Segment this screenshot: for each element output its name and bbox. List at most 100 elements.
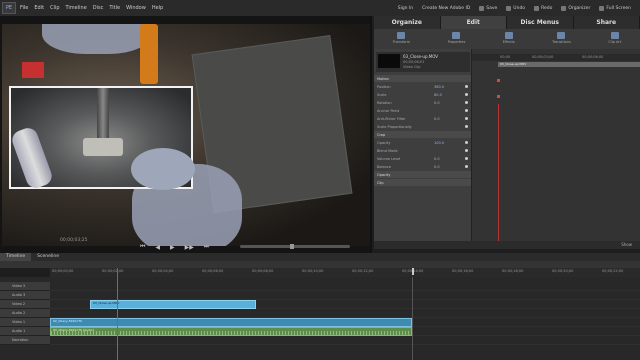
property-value[interactable]: 100.0 xyxy=(434,141,444,145)
track-lane[interactable] xyxy=(50,291,640,300)
panel-tabs: Organize Edit Disc Menus Share xyxy=(374,16,640,29)
property-row[interactable]: Scale Proportionally xyxy=(374,123,471,130)
keyframe-clip-bar[interactable]: 03_Close-up.MOV xyxy=(498,62,640,67)
track-header[interactable]: Audio 1 xyxy=(0,327,50,336)
kf-ruler-label: 00;00;03;00 xyxy=(532,55,554,59)
timeline-ruler-label: 00;00;02;00 xyxy=(102,269,124,273)
track-header[interactable]: Video 1 xyxy=(0,318,50,327)
keyframe-toggle-icon[interactable] xyxy=(465,149,468,152)
tab-sceneline[interactable]: Sceneline xyxy=(31,253,65,261)
work-area-end-marker[interactable] xyxy=(412,268,414,275)
menu-help[interactable]: Help xyxy=(152,5,163,11)
menu-disc[interactable]: Disc xyxy=(93,5,104,11)
menu-timeline[interactable]: Timeline xyxy=(66,5,87,11)
edit-tools-bar: Transform Properties Effects Transitions… xyxy=(374,29,640,49)
app-logo: PE xyxy=(2,2,16,14)
track-header[interactable]: Video 3 xyxy=(0,282,50,291)
property-value[interactable]: 0.0 xyxy=(434,157,440,161)
forward-button[interactable]: ▶▶ xyxy=(185,244,194,251)
picture-in-picture-overlay[interactable] xyxy=(9,86,195,191)
play-button[interactable]: ▶ xyxy=(170,244,175,251)
track-header[interactable]: Audio 2 xyxy=(0,309,50,318)
property-value[interactable]: 0.0 xyxy=(434,117,440,121)
tool-effects[interactable]: Effects xyxy=(503,32,515,44)
property-row[interactable]: Balance 0.0 xyxy=(374,163,471,170)
keyframe-marker[interactable] xyxy=(497,79,500,82)
menu-file[interactable]: File xyxy=(20,5,28,11)
menu-clip[interactable]: Clip xyxy=(50,5,59,11)
keyframe-toggle-icon[interactable] xyxy=(465,125,468,128)
tool-transform[interactable]: Transform xyxy=(393,32,410,44)
undo-button[interactable]: Undo xyxy=(506,5,525,11)
tool-properties[interactable]: Properties xyxy=(448,32,465,44)
track-lane[interactable] xyxy=(50,336,640,345)
property-value[interactable]: 0.0 xyxy=(434,165,440,169)
menu-title[interactable]: Title xyxy=(109,5,120,11)
property-row[interactable]: Rotation 0.0 xyxy=(374,99,471,106)
property-value[interactable]: 60.0 xyxy=(434,93,442,97)
clip-video1[interactable]: 02_Chevy-5910.ITS xyxy=(50,318,412,327)
property-row[interactable]: Motion xyxy=(374,75,471,82)
menu-edit[interactable]: Edit xyxy=(34,5,44,11)
keyframe-toggle-icon[interactable] xyxy=(465,109,468,112)
keyframe-playhead[interactable] xyxy=(498,104,499,244)
property-row[interactable]: Anchor Point xyxy=(374,107,471,114)
keyframe-toggle-icon[interactable] xyxy=(465,117,468,120)
property-row[interactable]: Volume Level 0.0 xyxy=(374,155,471,162)
property-label: Clip xyxy=(377,180,384,185)
property-row[interactable]: Position 360.0 xyxy=(374,83,471,90)
timeline-ruler-label: 00;00;12;00 xyxy=(352,269,374,273)
track-lane[interactable] xyxy=(50,309,640,318)
clip-duration: 00;00;06;01 xyxy=(403,60,425,64)
property-row[interactable]: Scale 60.0 xyxy=(374,91,471,98)
property-row[interactable]: Clip xyxy=(374,179,471,186)
timeline-ruler-label: 00;00;16;00 xyxy=(452,269,474,273)
keyframe-toggle-icon[interactable] xyxy=(465,101,468,104)
track-header[interactable]: Audio 3 xyxy=(0,291,50,300)
property-value[interactable]: 360.0 xyxy=(434,85,444,89)
track-header[interactable]: Video 2 xyxy=(0,300,50,309)
scrubber-knob[interactable] xyxy=(290,244,294,249)
menu-window[interactable]: Window xyxy=(126,5,146,11)
property-row[interactable]: Opacity xyxy=(374,171,471,178)
rewind-button[interactable]: ◀ xyxy=(155,244,160,251)
property-label: Position xyxy=(377,84,391,89)
clip-audio1[interactable]: 03_Chevy-5910.ITS [Audio] xyxy=(50,327,412,336)
keyframe-toggle-icon[interactable] xyxy=(465,141,468,144)
tool-transitions[interactable]: Transitions xyxy=(552,32,571,44)
clip-video2[interactable]: 03_Close-up.MOV xyxy=(90,300,256,309)
keyframe-toggle-icon[interactable] xyxy=(465,93,468,96)
property-row[interactable]: Crop xyxy=(374,131,471,138)
keyframe-toggle-icon[interactable] xyxy=(465,165,468,168)
redo-button[interactable]: Redo xyxy=(534,5,552,11)
tab-organize[interactable]: Organize xyxy=(374,16,441,29)
transitions-icon xyxy=(557,32,566,39)
step-forward-button[interactable]: ⏭ xyxy=(204,243,209,251)
create-account-link[interactable]: Create New Adobe ID xyxy=(422,6,470,11)
tab-share[interactable]: Share xyxy=(574,16,640,29)
keyframe-toggle-icon[interactable] xyxy=(465,157,468,160)
property-label: Scale xyxy=(377,92,387,97)
track-header[interactable]: Narration xyxy=(0,336,50,345)
save-button[interactable]: Save xyxy=(479,5,497,11)
property-row[interactable]: Blend Mode xyxy=(374,147,471,154)
show-toggle[interactable]: Show xyxy=(621,242,632,247)
tab-timeline[interactable]: Timeline xyxy=(0,253,32,261)
keyframe-marker[interactable] xyxy=(497,95,500,98)
track-lane[interactable] xyxy=(50,282,640,291)
organizer-button[interactable]: Organizer xyxy=(561,5,590,11)
video-preview[interactable] xyxy=(2,24,370,246)
property-row[interactable]: Anti-flicker Filter 0.0 xyxy=(374,115,471,122)
full-screen-button[interactable]: Full Screen xyxy=(599,5,631,11)
sign-in-link[interactable]: Sign In xyxy=(398,6,413,11)
keyframe-toggle-icon[interactable] xyxy=(465,85,468,88)
property-row[interactable]: Opacity 100.0 xyxy=(374,139,471,146)
property-value[interactable]: 0.0 xyxy=(434,101,440,105)
timeline-ruler[interactable]: 00;00;00;00 00;00;02;00 00;00;04;00 00;00;0… xyxy=(50,268,640,277)
tool-clip-art[interactable]: Clip Art xyxy=(608,32,621,44)
step-back-button[interactable]: ⏮ xyxy=(140,243,145,251)
tab-disc-menus[interactable]: Disc Menus xyxy=(507,16,574,29)
monitor-scrubber[interactable] xyxy=(240,244,350,249)
tab-edit[interactable]: Edit xyxy=(440,16,507,29)
timeline-playhead[interactable] xyxy=(117,268,118,360)
